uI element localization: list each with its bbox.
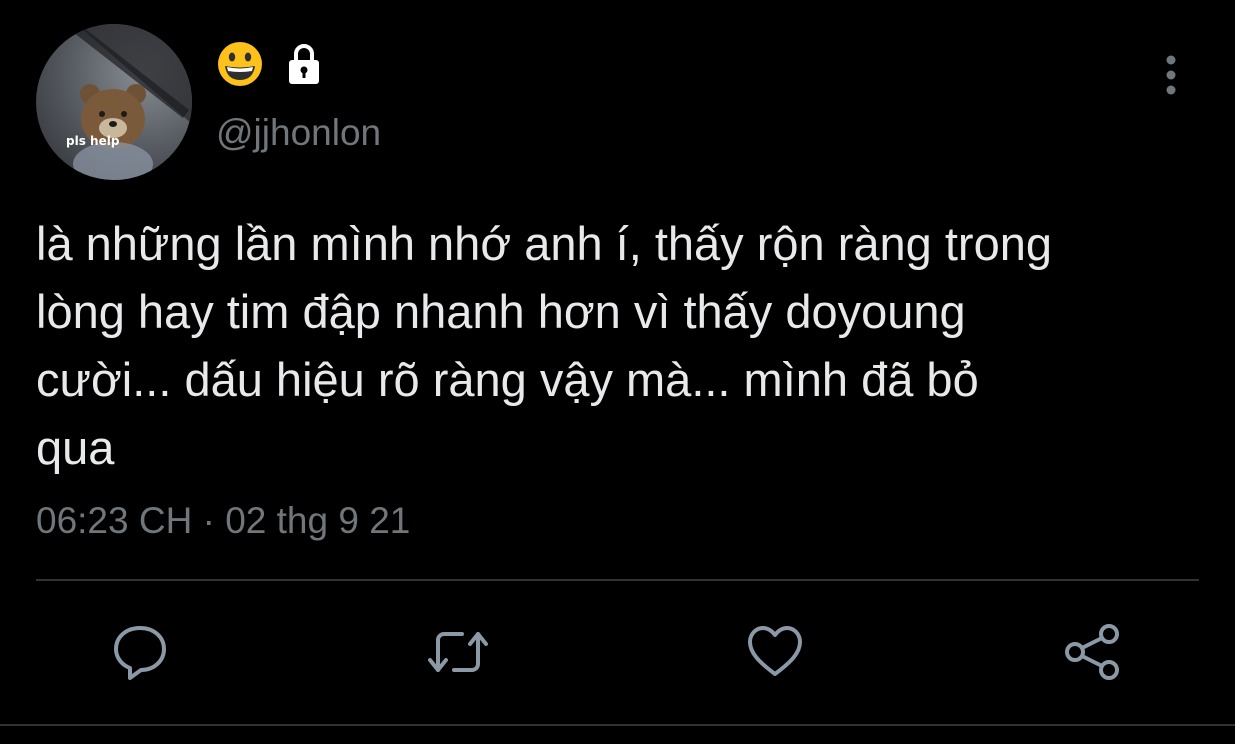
username-handle[interactable]: @jjhonlon <box>216 112 381 154</box>
share-icon <box>1065 624 1119 680</box>
avatar[interactable]: pls help <box>36 24 192 180</box>
bottom-divider <box>0 724 1235 726</box>
divider <box>36 579 1199 581</box>
tweet-timestamp[interactable]: 06:23 CH · 02 thg 9 21 <box>36 500 410 542</box>
teddy-bear-image <box>72 24 192 180</box>
retweet-button[interactable] <box>428 622 488 682</box>
tweet-text: là những lần mình nhớ anh í, thấy rộn rà… <box>36 217 1052 474</box>
avatar-caption: pls help <box>66 134 120 148</box>
retweet-icon <box>428 632 488 672</box>
more-options-icon[interactable] <box>1158 54 1184 98</box>
like-icon <box>748 626 802 676</box>
lock-icon <box>289 44 319 84</box>
share-button[interactable] <box>1063 622 1123 682</box>
grinning-face-emoji-icon <box>218 42 262 86</box>
like-button[interactable] <box>745 622 805 682</box>
display-name[interactable] <box>216 40 320 88</box>
reply-button[interactable] <box>110 622 170 682</box>
reply-icon <box>114 626 166 680</box>
